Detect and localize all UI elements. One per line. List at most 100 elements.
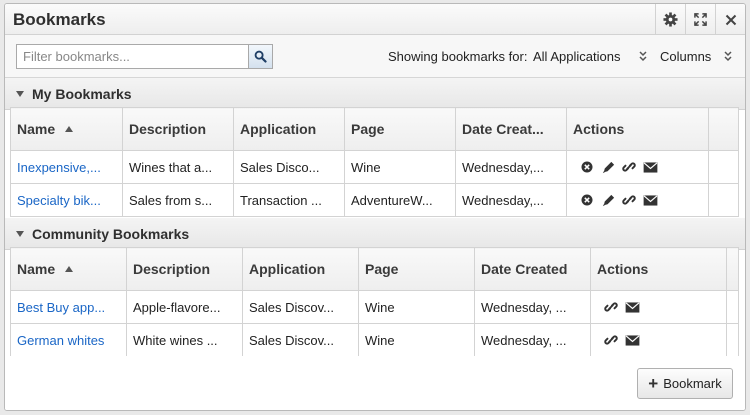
panel-footer: + Bookmark	[5, 356, 745, 410]
bookmark-date: Wednesday, ...	[474, 323, 591, 357]
bookmark-description: Wines that a...	[122, 150, 234, 184]
bookmark-description: Sales from s...	[122, 183, 234, 217]
bookmark-description: White wines ...	[126, 323, 243, 357]
column-header-date-created[interactable]: Date Created	[474, 247, 591, 291]
collapse-triangle-icon	[16, 91, 24, 97]
table-row: Inexpensive,... Wines that a... Sales Di…	[10, 150, 739, 184]
toolbar: Showing bookmarks for: All Applications …	[5, 35, 745, 78]
column-header-page[interactable]: Page	[344, 107, 456, 151]
table-row: Best Buy app... Apple-flavore... Sales D…	[10, 290, 739, 324]
my-bookmarks-table: Name Description Application Page Date C…	[10, 107, 739, 217]
bookmark-page: Wine	[358, 323, 475, 357]
edit-icon	[602, 194, 614, 206]
bookmark-name-link[interactable]: Inexpensive,...	[10, 150, 123, 184]
email-button[interactable]	[624, 299, 640, 315]
gear-icon	[663, 12, 678, 27]
header-filler	[726, 247, 739, 291]
settings-button[interactable]	[655, 4, 685, 35]
filter-input[interactable]	[17, 45, 248, 68]
bookmark-date: Wednesday,...	[455, 150, 567, 184]
email-icon	[625, 301, 639, 313]
delete-icon	[581, 161, 593, 173]
link-icon	[604, 302, 618, 312]
edit-button[interactable]	[600, 159, 616, 175]
email-button[interactable]	[642, 159, 658, 175]
bookmark-name-link[interactable]: Specialty bik...	[10, 183, 123, 217]
double-chevron-down-icon[interactable]	[638, 50, 648, 62]
bookmark-actions	[566, 183, 709, 217]
expand-button[interactable]	[685, 4, 715, 35]
delete-button[interactable]	[579, 159, 595, 175]
section-title: Community Bookmarks	[32, 226, 190, 242]
bookmark-date: Wednesday,...	[455, 183, 567, 217]
showing-label: Showing bookmarks for:	[388, 49, 528, 64]
panel-titlebar: Bookmarks	[5, 4, 745, 35]
column-header-description[interactable]: Description	[122, 107, 234, 151]
edit-icon	[602, 161, 614, 173]
link-button[interactable]	[621, 159, 637, 175]
row-filler	[708, 150, 739, 184]
bookmark-actions	[566, 150, 709, 184]
delete-icon	[581, 194, 593, 206]
double-chevron-down-icon[interactable]	[723, 50, 733, 62]
column-header-name[interactable]: Name	[10, 247, 127, 291]
email-icon	[643, 194, 657, 206]
bookmark-application: Sales Discov...	[242, 290, 359, 324]
sort-ascending-icon	[65, 266, 74, 272]
link-icon	[604, 335, 618, 345]
email-button[interactable]	[642, 192, 658, 208]
filter-box	[16, 44, 273, 69]
search-icon	[254, 50, 267, 63]
community-bookmarks-header[interactable]: Community Bookmarks	[5, 218, 745, 250]
columns-dropdown[interactable]: Columns	[660, 49, 711, 64]
row-filler	[708, 183, 739, 217]
row-filler	[726, 290, 739, 324]
my-bookmarks-header[interactable]: My Bookmarks	[5, 78, 745, 110]
bookmark-application: Sales Disco...	[233, 150, 345, 184]
row-filler	[726, 323, 739, 357]
link-icon	[622, 195, 636, 205]
bookmarks-panel: Bookmarks Filter bookmarks... Showing bo…	[4, 3, 746, 411]
email-button[interactable]	[624, 332, 640, 348]
close-icon	[725, 14, 736, 25]
bookmark-page: Wine	[358, 290, 475, 324]
column-header-date-created[interactable]: Date Creat...	[455, 107, 567, 151]
column-header-page[interactable]: Page	[358, 247, 475, 291]
search-button[interactable]	[248, 45, 272, 68]
bookmark-application: Sales Discov...	[242, 323, 359, 357]
delete-button[interactable]	[579, 192, 595, 208]
plus-icon: +	[648, 374, 659, 393]
bookmark-page: Wine	[344, 150, 456, 184]
add-bookmark-label: Bookmark	[663, 376, 722, 391]
bookmark-actions	[590, 290, 727, 324]
close-button[interactable]	[715, 4, 745, 35]
collapse-triangle-icon	[16, 231, 24, 237]
email-icon	[625, 334, 639, 346]
link-button[interactable]	[603, 299, 619, 315]
column-header-application[interactable]: Application	[233, 107, 345, 151]
application-filter-dropdown[interactable]: All Applications	[533, 49, 620, 64]
bookmark-application: Transaction ...	[233, 183, 345, 217]
table-row: Specialty bik... Sales from s... Transac…	[10, 183, 739, 217]
bookmark-name-link[interactable]: German whites	[10, 323, 127, 357]
column-header-description[interactable]: Description	[126, 247, 243, 291]
column-header-name[interactable]: Name	[10, 107, 123, 151]
panel-title: Bookmarks	[13, 10, 106, 29]
link-icon	[622, 162, 636, 172]
email-icon	[643, 161, 657, 173]
link-button[interactable]	[603, 332, 619, 348]
bookmark-date: Wednesday, ...	[474, 290, 591, 324]
header-filler	[708, 107, 739, 151]
table-header-row: Name Description Application Page Date C…	[10, 107, 739, 151]
bookmark-name-link[interactable]: Best Buy app...	[10, 290, 127, 324]
section-title: My Bookmarks	[32, 86, 132, 102]
bookmark-description: Apple-flavore...	[126, 290, 243, 324]
table-header-row: Name Description Application Page Date C…	[10, 247, 739, 291]
edit-button[interactable]	[600, 192, 616, 208]
bookmark-page: AdventureW...	[344, 183, 456, 217]
bookmark-actions	[590, 323, 727, 357]
link-button[interactable]	[621, 192, 637, 208]
add-bookmark-button[interactable]: + Bookmark	[637, 368, 733, 399]
column-header-application[interactable]: Application	[242, 247, 359, 291]
column-header-actions: Actions	[590, 247, 727, 291]
